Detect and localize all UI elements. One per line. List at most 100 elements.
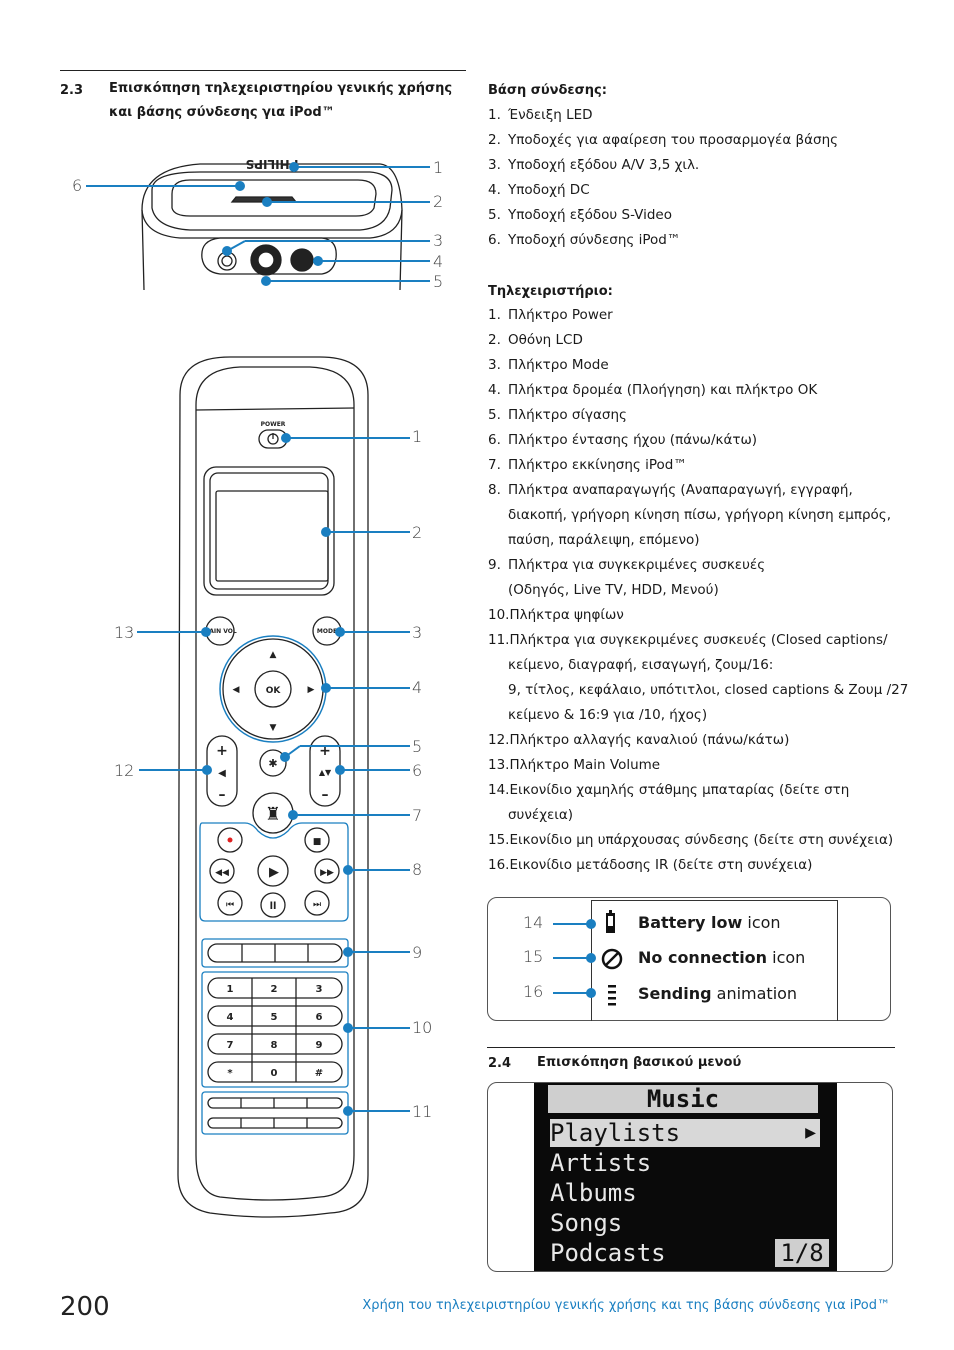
ch-updown-icon: ▲▼ — [319, 768, 332, 777]
remote-list-item: 3. Πλήκτρο Mode — [488, 353, 609, 378]
item-text: Οθόνη LCD — [508, 332, 583, 348]
item-number: 13. — [488, 757, 510, 773]
remote-callout-2: 2 — [412, 523, 423, 542]
remote-callout-3: 3 — [412, 623, 423, 642]
submenu-arrow-icon: ▶ — [805, 1122, 816, 1143]
nav-right-icon: ▶ — [308, 685, 315, 695]
item-number: 1. — [488, 307, 501, 323]
section-number-2-4: 2.4 — [488, 1056, 512, 1071]
section-rule — [60, 70, 466, 71]
pause-icon: ll — [270, 901, 277, 912]
menu-item-playlists[interactable]: Playlists ▶ — [550, 1119, 820, 1147]
item-text: Πλήκτρο εκκίνησης iPod™ — [508, 457, 687, 473]
item-number: 4. — [488, 182, 501, 198]
remote-list-item: 6. Πλήκτρο έντασης ήχου (πάνω/κάτω) — [488, 428, 757, 453]
remote-callout-9: 9 — [412, 943, 423, 962]
mute-icon: ✱ — [268, 757, 277, 770]
dock-list-item: 2. Υποδοχές για αφαίρεση του προσαρμογέα … — [488, 128, 838, 153]
item-number: 6. — [488, 432, 501, 448]
remote-callout-10: 10 — [412, 1018, 433, 1037]
legend-battery-low: Battery low icon — [638, 913, 781, 932]
item-text-continued: κείμενο & 16:9 για /10, ήχος) — [508, 707, 708, 723]
remote-list-item: 7. Πλήκτρο εκκίνησης iPod™ — [488, 453, 687, 478]
remote-list-item: 1. Πλήκτρο Power — [488, 303, 613, 328]
remote-callout-7: 7 — [412, 806, 423, 825]
lcd-screen: Music Playlists ▶ Artists Albums Songs Po… — [534, 1083, 837, 1271]
remote-list-item: 2. Οθόνη LCD — [488, 328, 583, 353]
remote-list-item: 4. Πλήκτρα δρομέα (Πλοήγηση) και πλήκτρο … — [488, 378, 817, 403]
svg-text:0: 0 — [271, 1068, 278, 1079]
remote-callout-12: 12 — [114, 761, 135, 780]
item-text: Υποδοχή σύνδεσης iPod™ — [508, 232, 681, 248]
svg-text:5: 5 — [271, 1012, 278, 1023]
record-icon — [227, 837, 233, 843]
item-text: Πλήκτρο σίγασης — [508, 407, 627, 423]
item-number: 1. — [488, 107, 501, 123]
item-text: Εικονίδιο μετάδοσης IR (δείτε στη συνέχε… — [509, 857, 813, 873]
rewind-icon: ◀◀ — [215, 868, 229, 878]
remote-callout-5: 5 — [412, 737, 423, 756]
menu-item-artists[interactable]: Artists — [550, 1149, 820, 1177]
ok-label: OK — [266, 686, 282, 696]
item-number: 9. — [488, 557, 501, 573]
svg-text:7: 7 — [227, 1040, 234, 1051]
legend-sending: Sending animation — [638, 984, 798, 1003]
fast-forward-icon: ▶▶ — [320, 868, 334, 878]
dock-callout-2: 2 — [433, 192, 444, 211]
item-number: 7. — [488, 457, 501, 473]
item-number: 10. — [488, 607, 510, 623]
item-number: 3. — [488, 357, 501, 373]
music-menu-screenshot: Music Playlists ▶ Artists Albums Songs Po… — [487, 1082, 893, 1272]
dock-list-item: 4. Υποδοχή DC — [488, 178, 590, 203]
svg-text:2: 2 — [271, 984, 278, 995]
remote-list-heading: Τηλεχειριστήριο: — [488, 284, 613, 299]
section-title: Επισκόπηση τηλεχειριστηρίου γενικής χρήσ… — [109, 77, 452, 125]
vol-minus-icon: – — [219, 787, 226, 803]
nav-down-icon: ▼ — [270, 723, 277, 733]
item-number: 12. — [488, 732, 510, 748]
section-number: 2.3 — [60, 83, 84, 98]
dock-list-item: 5. Υποδοχή εξόδου S-Video — [488, 203, 672, 228]
remote-callout-1: 1 — [412, 427, 423, 446]
remote-list-item: 13.Πλήκτρο Main Volume — [488, 753, 660, 778]
svg-text:8: 8 — [271, 1040, 278, 1051]
item-text-continued: παύση, παράλειψη, επόμενο) — [508, 532, 700, 548]
remote-callout-13: 13 — [114, 623, 135, 642]
menu-item-songs[interactable]: Songs — [550, 1209, 820, 1237]
legend-num-15: 15 — [523, 947, 544, 966]
item-number: 5. — [488, 207, 501, 223]
dock-callout-5: 5 — [433, 272, 444, 291]
item-text: Πλήκτρα για συγκεκριμένες συσκευές — [508, 557, 766, 573]
legend-no-connection: No connection icon — [638, 948, 806, 967]
nav-left-icon: ◀ — [233, 685, 240, 695]
svg-text:9: 9 — [316, 1040, 323, 1051]
item-text: Πλήκτρο Power — [508, 307, 613, 323]
svg-text:1: 1 — [227, 984, 234, 995]
item-number: 6. — [488, 232, 501, 248]
no-connection-icon — [601, 948, 623, 970]
item-text: Εικονίδιο χαμηλής στάθμης μπαταρίας (δεί… — [509, 782, 850, 798]
page-indicator: 1/8 — [775, 1239, 829, 1267]
remote-callout-8: 8 — [412, 860, 423, 879]
remote-list-item: 9. Πλήκτρα για συγκεκριμένες συσκευές — [488, 553, 765, 578]
running-footer: Χρήση του τηλεχειριστηρίου γενικής χρήση… — [362, 1298, 890, 1313]
sending-animation-icon — [608, 985, 616, 1006]
item-text: Πλήκτρο Mode — [508, 357, 609, 373]
remote-list-item: 8. Πλήκτρα αναπαραγωγής (Αναπαραγωγή, εγγ… — [488, 478, 853, 503]
item-text: Ένδειξη LED — [508, 107, 593, 123]
remote-callout-4: 4 — [412, 678, 423, 697]
ch-minus-icon: – — [322, 787, 329, 803]
item-number: 2. — [488, 132, 501, 148]
power-label: POWER — [261, 421, 286, 428]
item-number: 15. — [488, 832, 510, 848]
dock-callout-4: 4 — [433, 252, 444, 271]
item-text-continued: κείμενο, διαγραφή, εισαγωγή, ζουμ/16: — [508, 657, 774, 673]
section-title-line1: Επισκόπηση τηλεχειριστηρίου γενικής χρήσ… — [109, 81, 453, 96]
dock-callout-3: 3 — [433, 231, 444, 250]
remote-list-item: 16.Εικονίδιο μετάδοσης IR (δείτε στη συν… — [488, 853, 812, 878]
svg-text:#: # — [315, 1068, 323, 1079]
item-number: 4. — [488, 382, 501, 398]
menu-item-albums[interactable]: Albums — [550, 1179, 820, 1207]
dock-callout-1: 1 — [433, 158, 444, 177]
vol-plus-icon: + — [216, 743, 228, 759]
